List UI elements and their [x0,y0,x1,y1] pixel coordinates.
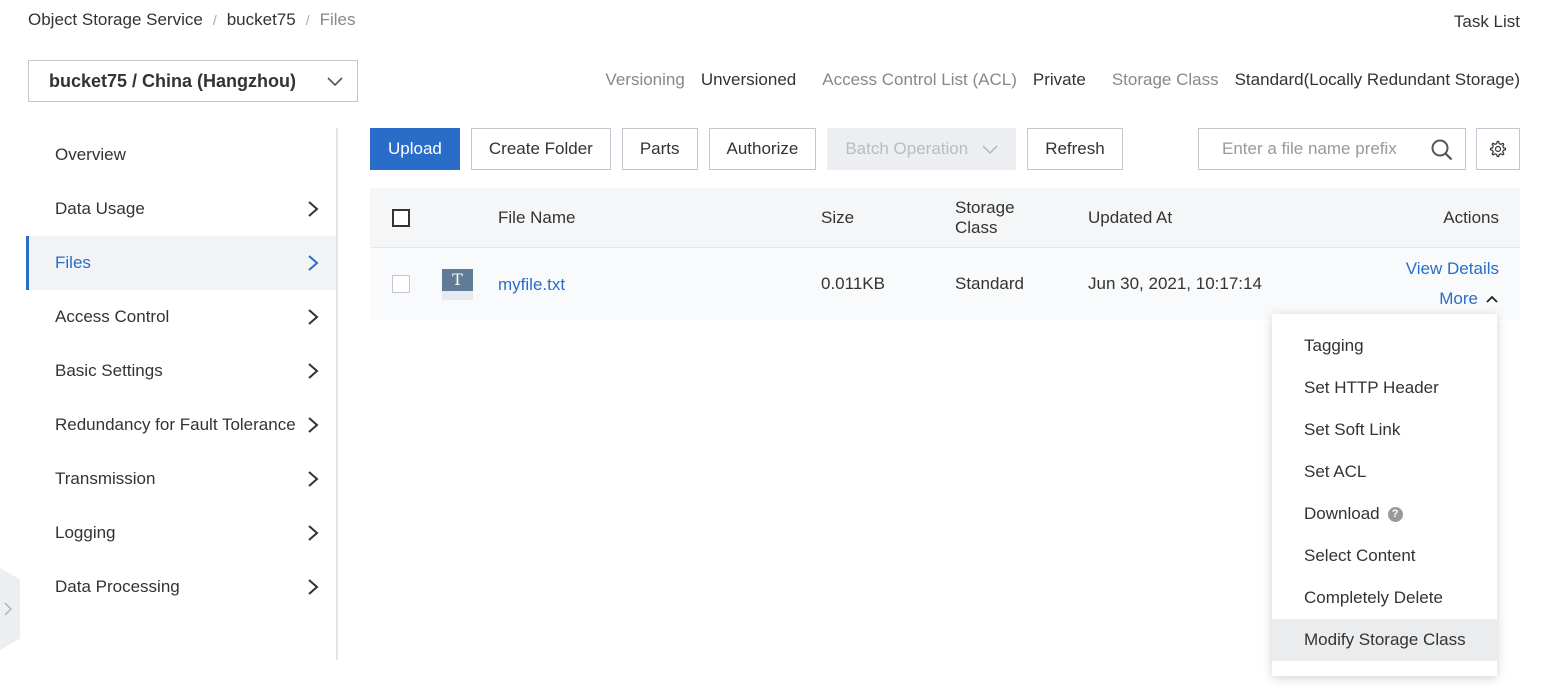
versioning-label: Versioning [605,70,685,89]
sidebar-item-label: Overview [55,145,126,164]
chevron-right-icon [308,471,319,487]
chevron-right-icon [308,255,319,271]
breadcrumb-oss[interactable]: Object Storage Service [28,10,203,30]
header-actions: Actions [1443,208,1499,227]
chevron-right-icon [308,579,319,595]
bucket-selector[interactable]: bucket75 / China (Hangzhou) [28,60,358,102]
more-label: More [1439,289,1478,308]
sidebar-item-label: Transmission [55,469,156,488]
upload-button[interactable]: Upload [370,128,460,170]
select-all-checkbox[interactable] [392,209,410,227]
sidebar-item-redundancy[interactable]: Redundancy for Fault Tolerance [26,398,336,452]
table-row: T myfile.txt 0.011KB Standard Jun 30, 20… [370,248,1520,320]
menu-item-label: Download [1304,504,1380,523]
file-storage-class: Standard [955,274,1024,293]
breadcrumb: Object Storage Service / bucket75 / File… [28,10,356,30]
header-size: Size [821,208,855,227]
storage-class-label: Storage Class [1111,70,1219,89]
header-file-name: File Name [498,208,576,227]
parts-button[interactable]: Parts [621,128,698,170]
gear-icon [1489,140,1507,158]
sidebar-item-logging[interactable]: Logging [26,506,336,560]
sidebar-item-label: Redundancy for Fault Tolerance [55,415,296,434]
chevron-right-icon [308,363,319,379]
chevron-right-icon [4,602,13,616]
authorize-button[interactable]: Authorize [708,128,817,170]
sidebar-item-transmission[interactable]: Transmission [26,452,336,506]
menu-item-select-content[interactable]: Select Content [1272,535,1497,577]
batch-operation-label: Batch Operation [845,139,969,158]
row-checkbox[interactable] [392,275,410,293]
view-details-link[interactable]: View Details [1406,259,1499,279]
breadcrumb-current: Files [319,10,356,29]
file-updated-at: Jun 30, 2021, 10:17:14 [1088,274,1262,293]
chevron-up-icon [1486,295,1498,303]
menu-item-set-soft-link[interactable]: Set Soft Link [1272,409,1497,451]
table-header: File Name Size Storage Class Updated At … [370,188,1520,248]
more-actions-menu: Tagging Set HTTP Header Set Soft Link Se… [1272,314,1497,676]
more-actions-toggle[interactable]: More [1439,289,1499,309]
sidebar-item-access-control[interactable]: Access Control [26,290,336,344]
acl-label: Access Control List (ACL) [822,70,1017,89]
chevron-right-icon [308,201,319,217]
create-folder-button[interactable]: Create Folder [470,128,611,170]
chevron-down-icon [982,145,998,155]
breadcrumb-bucket[interactable]: bucket75 [227,10,296,30]
search-icon[interactable] [1431,139,1453,161]
sidebar-item-label: Basic Settings [55,361,163,380]
bucket-selector-value: bucket75 / China (Hangzhou) [49,70,297,91]
sidebar-item-label: Logging [55,523,116,542]
menu-item-download[interactable]: Download ? [1272,493,1497,535]
toolbar: Upload Create Folder Parts Authorize Bat… [370,128,1134,170]
chevron-down-icon [327,77,343,87]
storage-class-value: Standard(Locally Redundant Storage) [1234,70,1520,89]
task-list-link[interactable]: Task List [1454,12,1520,32]
sidebar-item-overview[interactable]: Overview [26,128,336,182]
sidebar-item-label: Data Usage [55,199,145,218]
search-input[interactable]: Enter a file name prefix [1198,128,1466,170]
header-updated-at: Updated At [1088,208,1173,227]
sidebar-item-data-usage[interactable]: Data Usage [26,182,336,236]
file-size: 0.011KB [821,274,885,293]
settings-button[interactable] [1476,128,1520,170]
sidebar-item-files[interactable]: Files [26,236,336,290]
help-icon[interactable]: ? [1387,506,1403,522]
menu-item-set-http-header[interactable]: Set HTTP Header [1272,367,1497,409]
header-storage-class: Storage Class [955,198,1015,237]
breadcrumb-separator: / [305,12,310,28]
refresh-button[interactable]: Refresh [1027,128,1123,170]
sidebar-collapse-toggle[interactable] [0,568,20,650]
chevron-right-icon [308,309,319,325]
file-name-link[interactable]: myfile.txt [498,275,565,295]
sidebar-item-data-processing[interactable]: Data Processing [26,560,336,614]
menu-item-tagging[interactable]: Tagging [1272,325,1497,367]
bucket-meta: Versioning Unversioned Access Control Li… [605,70,1520,90]
sidebar-item-basic-settings[interactable]: Basic Settings [26,344,336,398]
sidebar-item-label: Files [55,253,91,272]
menu-item-completely-delete[interactable]: Completely Delete [1272,577,1497,619]
menu-item-set-acl[interactable]: Set ACL [1272,451,1497,493]
acl-value: Private [1032,70,1086,89]
sidebar-item-label: Data Processing [55,577,180,596]
menu-item-modify-storage-class[interactable]: Modify Storage Class [1272,619,1497,661]
sidebar-item-label: Access Control [55,307,170,326]
breadcrumb-separator: / [212,12,217,28]
file-table: File Name Size Storage Class Updated At … [370,188,1520,320]
chevron-right-icon [308,417,319,433]
versioning-value: Unversioned [700,70,797,89]
batch-operation-button[interactable]: Batch Operation [827,128,1017,170]
sidebar: Overview Data Usage Files Access Control… [26,128,338,660]
chevron-right-icon [308,525,319,541]
text-file-icon: T [442,269,473,300]
search-placeholder: Enter a file name prefix [1222,139,1397,158]
